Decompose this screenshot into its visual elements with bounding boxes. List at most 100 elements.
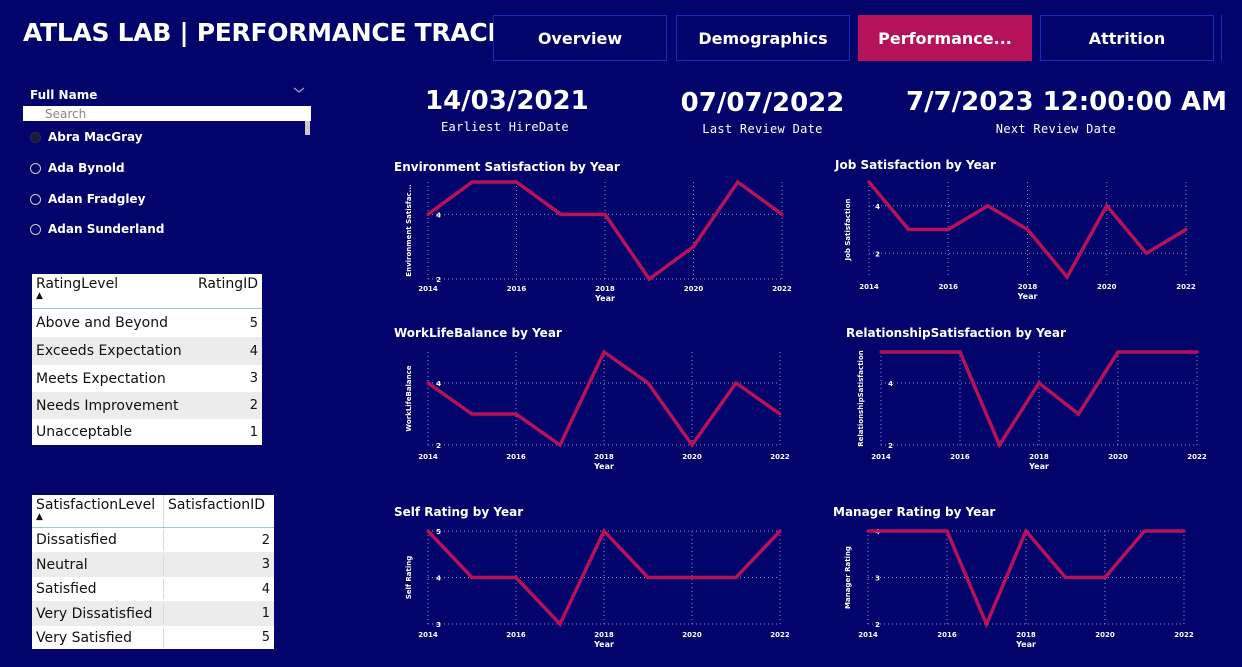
chart-title: RelationshipSatisfaction by Year — [846, 326, 1066, 340]
series-line — [881, 350, 1197, 449]
slicer-item-label: Adan Fradgley — [48, 192, 146, 206]
slicer-item[interactable]: Abra MacGray — [30, 128, 143, 146]
series-line — [867, 180, 1187, 281]
x-tick-label: 2020 — [682, 631, 702, 639]
data-point — [558, 443, 562, 447]
radio-icon[interactable] — [30, 223, 41, 235]
radio-icon[interactable] — [30, 131, 41, 143]
radio-icon[interactable] — [30, 162, 41, 174]
slicer-item-label: Abra MacGray — [48, 130, 143, 144]
data-point — [426, 381, 430, 385]
tab-overview[interactable]: Overview — [493, 15, 667, 61]
table-row[interactable]: Meets Expectation 3 — [32, 365, 262, 392]
table-cell: Very Satisfied — [32, 627, 164, 648]
column-header[interactable]: SatisfactionLevel ▲ — [32, 495, 164, 527]
data-point — [1076, 412, 1081, 416]
x-tick-label: 2018 — [1016, 631, 1036, 639]
table-header: RatingLevel ▲ RatingID — [32, 274, 262, 309]
data-point — [945, 529, 949, 533]
kpi-next-review-value: 7/7/2023 12:00:00 AM — [906, 87, 1227, 117]
data-point — [603, 212, 607, 216]
y-tick-label: 3 — [436, 621, 441, 629]
tab-performance[interactable]: Performance... — [858, 15, 1032, 61]
x-axis-label: Year — [1015, 640, 1036, 649]
x-tick-label: 2018 — [594, 631, 614, 639]
sort-arrow-icon[interactable]: ▲ — [36, 292, 118, 301]
data-point — [736, 180, 740, 184]
data-point — [946, 227, 950, 232]
table-row[interactable]: Exceeds Expectation 4 — [32, 337, 262, 365]
radio-icon[interactable] — [30, 193, 41, 205]
tab-attrition[interactable]: Attrition — [1040, 15, 1214, 61]
table-cell: Needs Improvement — [36, 397, 179, 414]
slicer-item[interactable]: Ada Bynold — [30, 159, 125, 177]
table-row[interactable]: Very Dissatisfied 1 — [32, 601, 274, 626]
data-point — [1182, 529, 1186, 533]
data-point — [558, 622, 562, 626]
table-row[interactable]: Satisfied 4 — [32, 577, 274, 601]
slicer-item[interactable]: Adan Sunderland — [30, 220, 164, 238]
table-cell: Exceeds Expectation — [36, 343, 182, 359]
column-header[interactable]: RatingLevel ▲ — [36, 276, 118, 308]
table-row[interactable]: Dissatisfied 2 — [32, 528, 274, 552]
table-row[interactable]: Very Satisfied 5 — [32, 626, 274, 649]
table-cell: 2 — [249, 398, 258, 413]
column-header[interactable]: SatisfactionID — [164, 495, 274, 527]
data-point — [514, 180, 519, 184]
x-axis-label: Year — [1028, 462, 1049, 471]
x-tick-label: 2014 — [871, 453, 891, 461]
y-tick-label: 4 — [436, 575, 441, 583]
x-tick-label: 2022 — [772, 285, 792, 293]
data-point — [1063, 575, 1068, 580]
y-tick-label: 4 — [436, 211, 441, 219]
data-point — [866, 529, 870, 533]
slicer-item[interactable]: Adan Fradgley — [30, 190, 145, 208]
chevron-down-icon[interactable] — [292, 84, 306, 96]
x-tick-label: 2014 — [418, 453, 438, 461]
y-tick-label: 2 — [888, 442, 893, 450]
data-point — [1144, 251, 1148, 255]
x-tick-label: 2014 — [858, 631, 878, 639]
data-point — [602, 529, 606, 533]
x-tick-label: 2016 — [506, 631, 526, 639]
kpi-next-review-label: Next Review Date — [995, 122, 1117, 136]
data-point — [986, 204, 990, 208]
data-point — [470, 575, 474, 580]
kpi-last-review-value: 07/07/2022 — [680, 88, 845, 118]
table-cell: 5 — [261, 630, 270, 645]
y-axis-label: RelationshipSatisfaction — [857, 350, 865, 447]
slicer-scrollbar[interactable] — [305, 121, 310, 135]
table-row[interactable]: Neutral 3 — [32, 552, 274, 577]
table-row[interactable]: Unacceptable 1 — [32, 419, 262, 445]
data-point — [1103, 575, 1107, 580]
table-cell: 3 — [261, 557, 270, 572]
x-tick-label: 2016 — [937, 631, 957, 639]
table-row[interactable]: Above and Beyond 5 — [32, 309, 262, 337]
series-line — [426, 349, 782, 449]
y-tick-label: 4 — [888, 380, 893, 388]
table-cell: 4 — [249, 343, 258, 359]
x-tick-label: 2020 — [1095, 631, 1115, 639]
data-point — [690, 443, 694, 447]
data-point — [778, 529, 782, 533]
kpi-last-review-label: Last Review Date — [702, 122, 823, 136]
column-header[interactable]: RatingID — [198, 276, 258, 308]
x-tick-label: 2022 — [770, 453, 790, 461]
slicer-item-label: Ada Bynold — [48, 161, 125, 175]
data-point — [879, 350, 883, 354]
tab-demographics[interactable]: Demographics — [676, 15, 850, 61]
data-point — [1037, 381, 1041, 385]
x-tick-label: 2022 — [1174, 631, 1194, 639]
page-title: ATLAS LAB | PERFORMANCE TRACKER — [23, 18, 543, 47]
data-point — [470, 180, 474, 184]
kpi-earliest-hiredate-value: 14/03/2021 — [425, 86, 589, 116]
x-tick-label: 2020 — [1108, 453, 1128, 461]
table-row[interactable]: Needs Improvement 2 — [32, 392, 262, 419]
data-point — [1065, 275, 1069, 279]
sort-arrow-icon[interactable]: ▲ — [36, 513, 159, 522]
data-point — [1142, 529, 1147, 533]
y-tick-label: 2 — [875, 621, 880, 629]
table-cell: 4 — [261, 581, 270, 597]
search-input[interactable] — [23, 106, 311, 121]
y-tick-label: 4 — [875, 528, 880, 536]
